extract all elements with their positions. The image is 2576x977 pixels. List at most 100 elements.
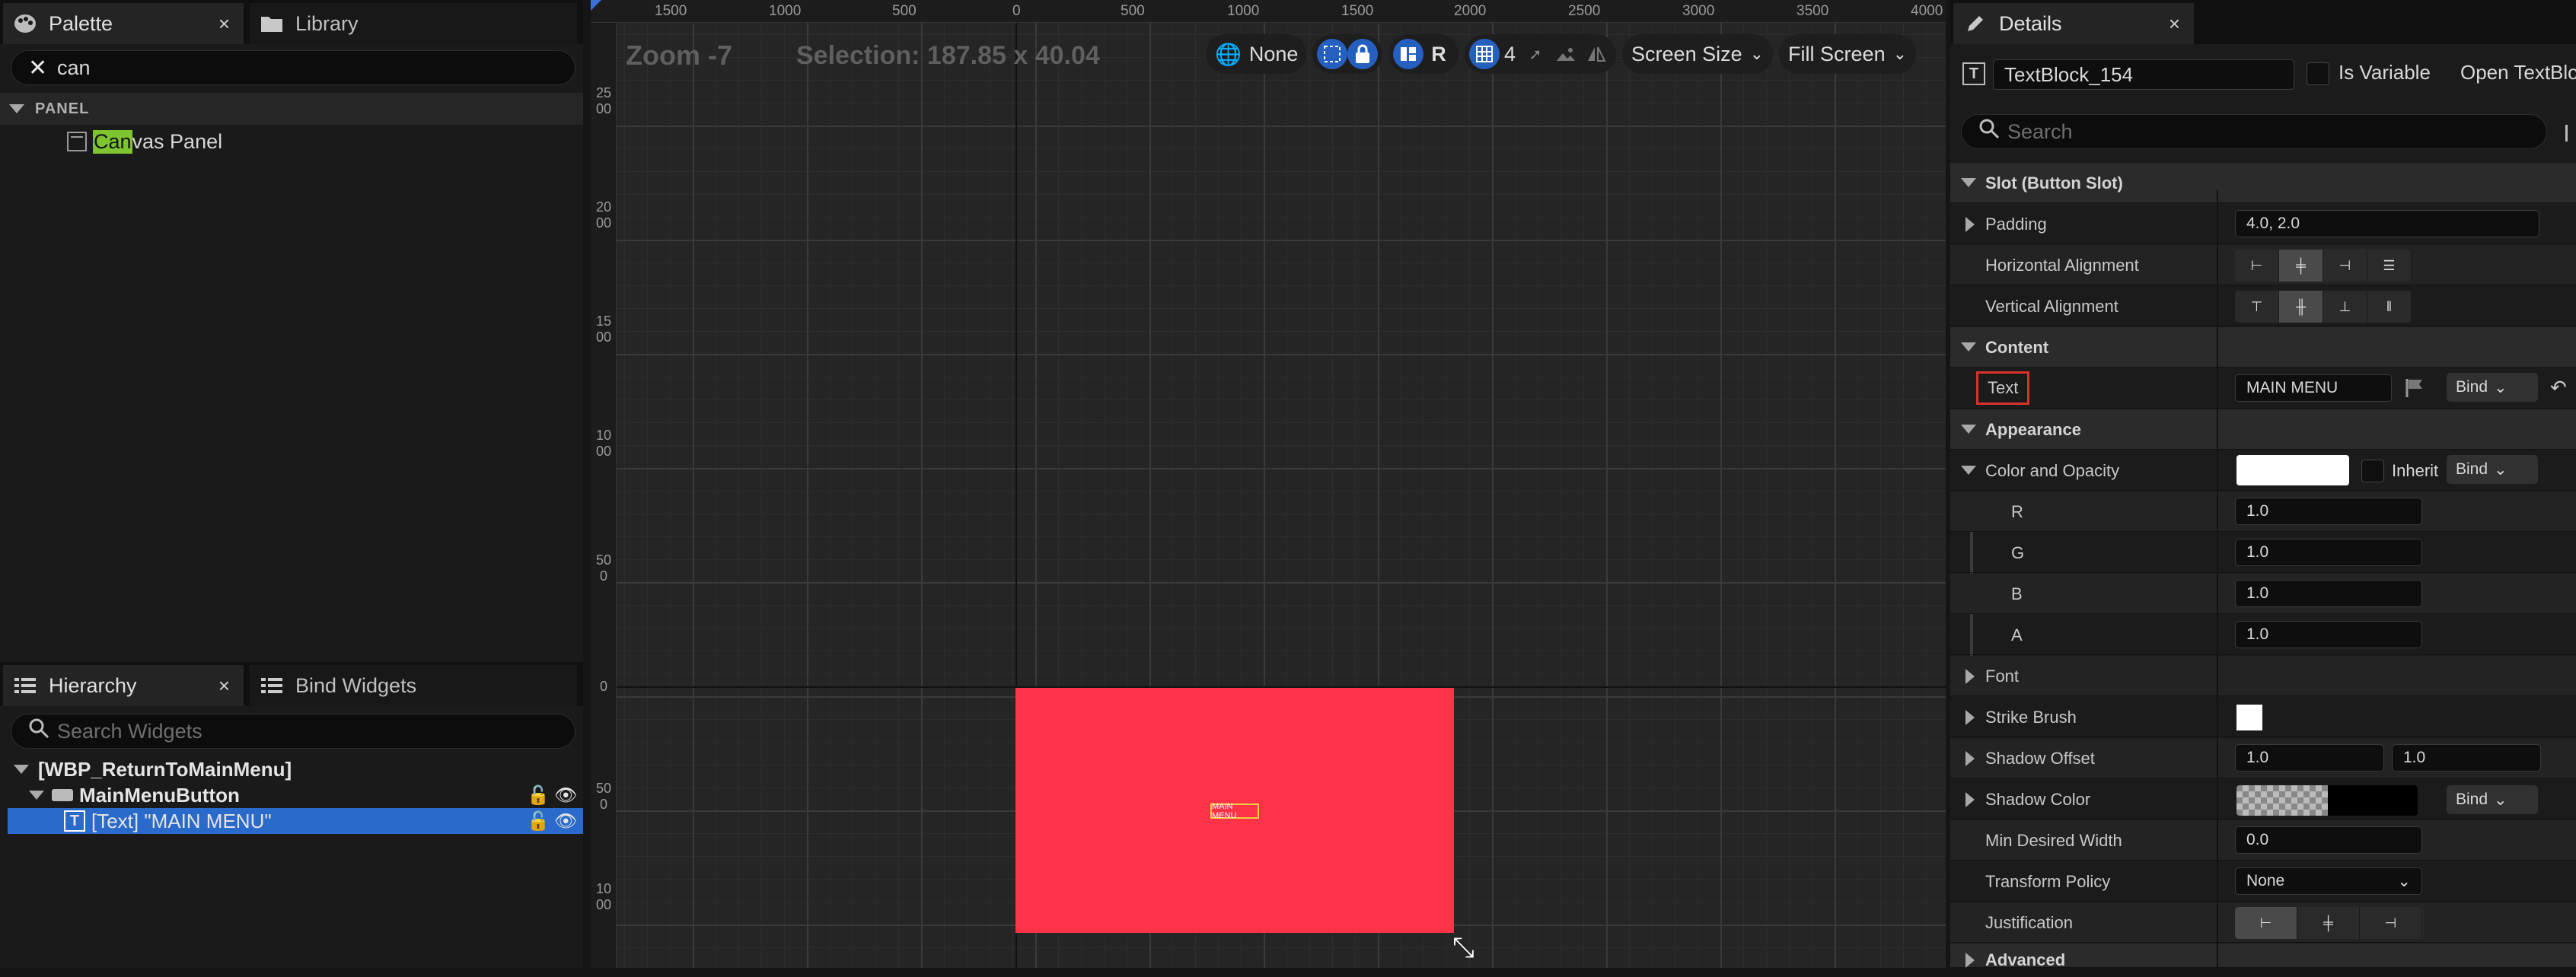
eye-icon[interactable]: 👁 [554,784,577,807]
align-left-icon[interactable]: ⊢ [2235,250,2279,282]
layout-icon[interactable] [1393,39,1423,69]
ruler-left-label: 1000 [595,428,612,459]
screen-size-dropdown[interactable]: Screen Size ⌄ [1622,34,1774,74]
widget-preview-text[interactable]: MAIN MENU [1210,802,1259,820]
tab-hierarchy-label: Hierarchy [49,673,137,697]
palette-item-canvas-panel[interactable]: Can vas Panel [67,128,222,155]
list-icon [260,674,283,697]
expand-icon[interactable] [1965,751,1975,766]
palette-section-panel[interactable]: PANEL [0,93,583,125]
localize-flag-icon[interactable] [2404,377,2425,403]
expand-icon[interactable] [1965,792,1975,807]
resize-handle-icon[interactable]: ⤡ [1452,931,1475,964]
text-value-input[interactable]: MAIN MENU [2235,374,2392,402]
fill-screen-label: Fill Screen [1788,42,1886,65]
section-advanced[interactable]: Advanced [1950,944,2576,969]
grid-icon[interactable] [1469,39,1500,69]
localization-preview-button[interactable]: 🌐 None [1206,34,1306,74]
tab-palette[interactable]: Palette × [3,3,244,44]
expand-icon[interactable] [1965,217,1975,232]
r-toggle[interactable]: R [1423,39,1454,69]
clear-search-icon[interactable]: ✕ [28,55,57,81]
close-icon[interactable]: × [218,12,230,36]
tab-details[interactable]: Details × [1953,3,2194,44]
align-fill-icon[interactable]: ☰ [2367,250,2412,282]
hierarchy-row-root[interactable]: [WBP_ReturnToMainMenu] [8,756,583,782]
g-input[interactable]: 1.0 [2235,539,2422,566]
align-right-icon[interactable]: ⊣ [2323,250,2367,282]
details-search-input[interactable]: Search [1961,114,2547,149]
tab-hierarchy[interactable]: Hierarchy × [3,665,244,706]
inherit-checkbox[interactable] [2361,460,2384,482]
pencil-icon [1964,12,1987,35]
a-input[interactable]: 1.0 [2235,621,2422,648]
collapse-icon [1961,342,1976,352]
tab-library[interactable]: Library [250,3,577,44]
expand-icon[interactable] [1965,669,1975,684]
color-swatch[interactable] [2236,455,2349,485]
close-icon[interactable]: × [218,674,230,698]
align-bottom-icon[interactable]: ⊥ [2323,291,2367,323]
shadow-color-swatch[interactable] [2236,785,2418,816]
justify-left-icon[interactable]: ⊢ [2235,907,2297,939]
hierarchy-row-text[interactable]: T [Text] "MAIN MENU" 🔓 👁 [8,808,583,834]
min-width-input[interactable]: 0.0 [2235,826,2422,854]
flip-icon[interactable] [1581,39,1612,69]
padding-input[interactable]: 4.0, 2.0 [2235,210,2539,237]
expand-icon [1965,953,1975,968]
tab-details-label: Details [1999,11,2062,35]
section-panel-label: PANEL [35,100,90,117]
close-icon[interactable]: × [2169,12,2180,36]
details-column-divider[interactable] [2217,190,2218,968]
tab-bind-widgets[interactable]: Bind Widgets [250,665,577,706]
b-input[interactable]: 1.0 [2235,580,2422,607]
align-top-icon[interactable]: ⊤ [2235,291,2279,323]
chevron-down-icon: ⌄ [2494,378,2507,396]
select-mode-icon[interactable] [1317,39,1347,69]
is-variable-checkbox[interactable] [2307,62,2329,85]
align-center-icon[interactable]: ╪ [2279,250,2323,282]
palette-search-input[interactable]: ✕ can [11,50,575,85]
lock-icon[interactable] [1347,39,1378,69]
r-input[interactable]: 1.0 [2235,498,2422,525]
section-slot-label: Slot (Button Slot) [1985,173,2123,193]
snap-lock-group [1312,34,1382,74]
strike-brush-swatch[interactable] [2236,705,2262,730]
text-bind-dropdown[interactable]: Bind ⌄ [2447,373,2538,402]
align-vfill-icon[interactable]: ‖ [2367,291,2412,323]
image-icon[interactable] [1551,39,1581,69]
button-widget-icon [52,789,73,801]
eye-icon[interactable]: 👁 [554,810,577,832]
widget-name-input[interactable]: TextBlock_154 [1993,59,2294,90]
ruler-corner [591,0,601,11]
unlock-icon[interactable]: 🔓 [527,784,550,807]
collapse-icon[interactable] [1961,466,1976,475]
unlock-icon[interactable]: 🔓 [527,810,550,832]
justify-right-icon[interactable]: ⊣ [2360,907,2422,939]
shadow-color-label: Shadow Color [1985,789,2091,809]
open-textblock-link[interactable]: Open TextBlo [2460,61,2576,84]
shadow-offset-x-input[interactable]: 1.0 [2235,744,2384,772]
zoom-level: Zoom -7 [626,40,732,71]
expand-icon[interactable] [1965,710,1975,725]
align-middle-icon[interactable]: ╫ [2279,291,2323,323]
property-matrix-icon[interactable] [2565,125,2576,142]
section-slot[interactable]: Slot (Button Slot) [1950,163,2576,203]
shadow-bind-dropdown[interactable]: Bind ⌄ [2447,785,2538,814]
hierarchy-row-mainmenubutton[interactable]: MainMenuButton 🔓 👁 [8,782,583,808]
ruler-left-label: 1000 [595,881,612,912]
reset-to-default-icon[interactable]: ↶ [2550,376,2567,399]
section-appearance[interactable]: Appearance [1950,409,2576,450]
chevron-down-icon: ⌄ [1892,44,1908,63]
transform-policy-dropdown[interactable]: None ⌄ [2235,867,2422,895]
justify-center-icon[interactable]: ╪ [2297,907,2360,939]
cursor-icon[interactable]: ➚ [1520,39,1551,69]
hierarchy-search-input[interactable]: Search Widgets [11,714,575,749]
color-bind-dropdown[interactable]: Bind ⌄ [2447,455,2538,484]
shadow-offset-y-input[interactable]: 1.0 [2392,744,2541,772]
fill-screen-dropdown[interactable]: Fill Screen ⌄ [1779,34,1917,74]
grid-snap-value[interactable]: 4 [1504,43,1516,66]
section-content[interactable]: Content [1950,327,2576,368]
left-panel: Palette × Library ✕ can PANEL Can vas Pa… [0,0,583,968]
row-strike-brush: Strike Brush [1950,697,2576,737]
